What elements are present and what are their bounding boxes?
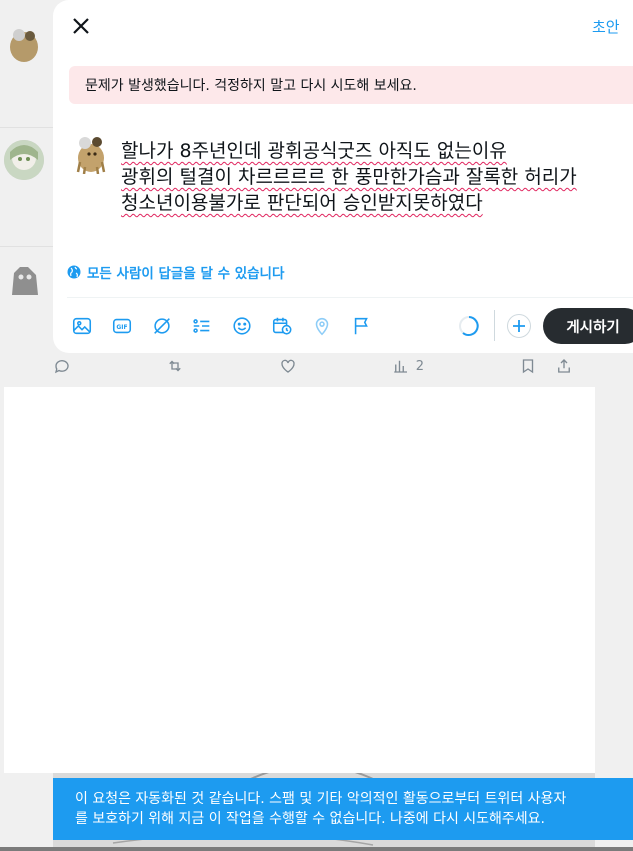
close-button[interactable] (69, 14, 93, 38)
gif-icon: GIF (112, 318, 132, 334)
divider (67, 297, 633, 298)
retweet-icon (169, 360, 181, 372)
compose-toolbar: GIF (69, 313, 375, 339)
toast-line: 를 보호하기 위해 지금 이 작업을 수행할 수 없습니다. 나중에 다시 시도… (75, 811, 546, 827)
drafts-button[interactable]: 초안 (592, 16, 620, 37)
error-banner: 문제가 발생했습니다. 걱정하지 말고 다시 시도해 보세요. (69, 66, 633, 104)
poll-button[interactable] (189, 313, 215, 339)
plus-icon (513, 320, 525, 332)
grok-icon (154, 318, 170, 334)
image-icon (72, 317, 92, 335)
post-image[interactable] (4, 387, 595, 773)
compose-dialog: 초안 문제가 발생했습니다. 걱정하지 말고 다시 시도해 보세요. 할나가 8… (53, 0, 633, 353)
tweet-text-line: 광휘의 털결이 차르르르르 한 풍만한가슴과 잘록한 허리가 (121, 166, 577, 188)
toolbar-separator (494, 310, 495, 341)
avatar[interactable] (4, 261, 44, 301)
emoji-button[interactable] (229, 313, 255, 339)
reply-button[interactable] (53, 357, 71, 375)
views-count: 2 (415, 358, 425, 374)
tweet-textarea[interactable]: 할나가 8주년인데 광휘공식굿즈 아직도 없는이유 광휘의 털결이 차르르르르 … (121, 138, 633, 216)
location-button[interactable] (309, 313, 335, 339)
add-post-button[interactable] (507, 314, 531, 338)
views-icon (394, 360, 407, 373)
schedule-button[interactable] (269, 313, 295, 339)
toast-line: 이 요청은 자동화된 것 같습니다. 스팸 및 기타 악의적인 활동으로부터 트… (75, 791, 567, 807)
reply-setting-label: 모든 사람이 답글을 달 수 있습니다 (87, 266, 285, 282)
flag-icon (354, 317, 368, 335)
reply-icon (54, 360, 69, 374)
tweet-text-line: 청소년이용불가로 판단되어 승인받지못하였다 (121, 192, 483, 214)
poll-icon (193, 319, 210, 333)
error-toast: 이 요청은 자동화된 것 같습니다. 스팸 및 기타 악의적인 활동으로부터 트… (53, 778, 633, 840)
post-actions: 2 (53, 354, 573, 378)
grok-button[interactable] (149, 313, 175, 339)
progress-ring-icon (459, 316, 479, 336)
character-count-progress (458, 315, 480, 337)
heart-icon (281, 359, 295, 373)
gif-button[interactable]: GIF (109, 313, 135, 339)
emoji-icon (233, 317, 251, 335)
globe-icon (67, 265, 81, 279)
post-button[interactable]: 게시하기 (543, 308, 633, 344)
error-message: 문제가 발생했습니다. 걱정하지 말고 다시 시도해 보세요. (85, 78, 417, 94)
composer-avatar[interactable] (73, 134, 109, 175)
media-button[interactable] (69, 313, 95, 339)
reply-setting-button[interactable]: 모든 사람이 답글을 달 수 있습니다 (67, 262, 284, 282)
schedule-icon (272, 317, 292, 335)
avatar[interactable] (4, 140, 44, 180)
tag-button[interactable] (349, 313, 375, 339)
retweet-button[interactable] (166, 357, 184, 375)
svg-text:GIF: GIF (116, 324, 127, 331)
views-button[interactable]: 2 (392, 357, 424, 375)
tweet-text-line: 할나가 8주년인데 광휘공식굿즈 아직도 없는이유 (121, 140, 507, 162)
bookmark-icon[interactable] (519, 357, 537, 375)
share-icon[interactable] (555, 357, 573, 375)
close-icon (73, 18, 89, 34)
location-icon (315, 317, 329, 336)
avatar[interactable] (4, 25, 44, 65)
like-button[interactable] (279, 357, 297, 375)
